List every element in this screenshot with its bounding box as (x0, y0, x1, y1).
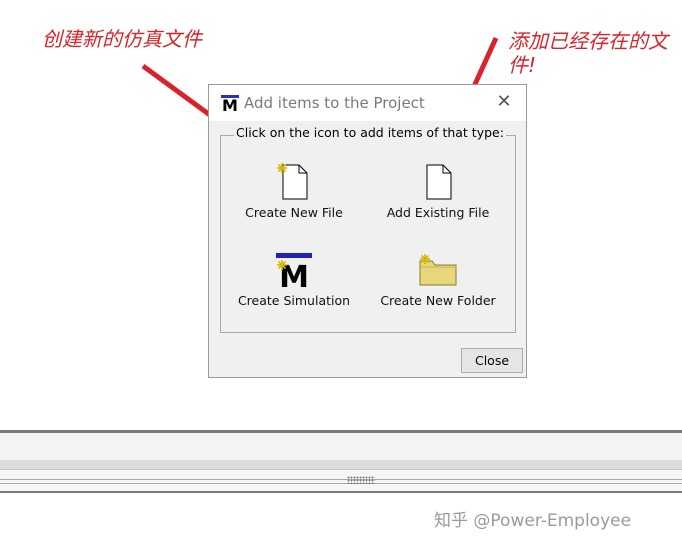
toolbar-strip-lower (0, 461, 682, 469)
close-button[interactable]: Close (461, 348, 523, 373)
annotation-create-new-file: 创建新的仿真文件 (42, 27, 202, 51)
dialog-title: Add items to the Project (244, 94, 425, 112)
toolbar-strip (0, 433, 682, 461)
create-simulation-label: Create Simulation (237, 293, 351, 308)
close-icon[interactable]: ✕ (494, 91, 514, 113)
pane-splitter (0, 469, 682, 493)
modelsim-m-icon: M (276, 253, 312, 289)
splitter-line (0, 479, 682, 480)
watermark: 知乎 @Power-Employee (434, 511, 632, 531)
create-simulation-button[interactable]: M Create Simulation (237, 251, 351, 308)
add-existing-file-label: Add Existing File (386, 205, 490, 220)
create-new-folder-button[interactable]: Create New Folder (377, 251, 499, 308)
create-new-file-label: Create New File (245, 205, 343, 220)
add-items-dialog: M Add items to the Project ✕ Click on th… (208, 84, 527, 378)
splitter-line (0, 483, 682, 484)
create-new-file-button[interactable]: Create New File (237, 161, 351, 220)
modelsim-m-icon: M (221, 95, 239, 115)
group-label: Click on the icon to add items of that t… (234, 125, 506, 140)
annotation-add-existing-file: 添加已经存在的文件! (508, 29, 668, 77)
dialog-titlebar: M Add items to the Project ✕ (209, 85, 526, 121)
create-new-folder-label: Create New Folder (380, 293, 496, 308)
new-file-icon (277, 163, 308, 200)
splitter-grip[interactable] (347, 476, 375, 484)
add-existing-file-button[interactable]: Add Existing File (381, 161, 495, 220)
file-icon (426, 164, 452, 200)
new-folder-icon (419, 254, 457, 286)
